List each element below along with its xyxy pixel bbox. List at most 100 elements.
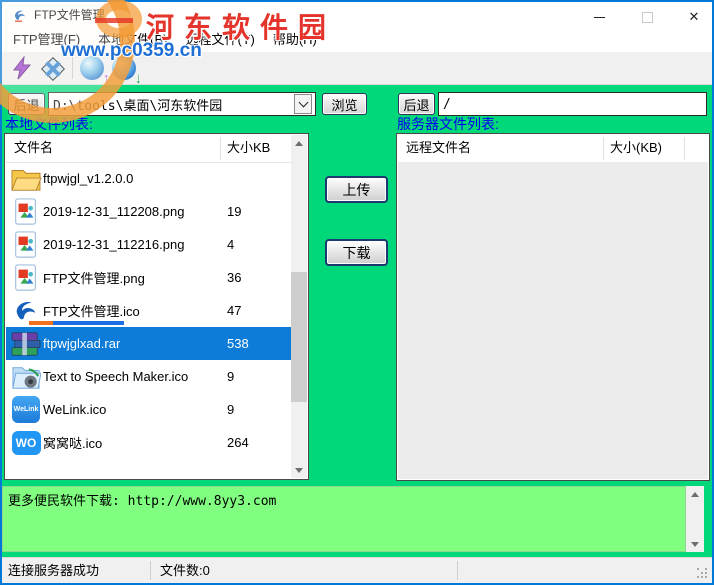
file-row[interactable]: Text to Speech Maker.ico 9 — [6, 360, 291, 393]
file-name: 2019-12-31_112216.png — [43, 237, 185, 252]
remote-path-input[interactable] — [438, 92, 707, 116]
image-icon — [9, 230, 43, 260]
remote-list-header: 远程文件名 大小(KB) — [398, 135, 708, 163]
file-count: 文件数:0 — [160, 563, 210, 578]
file-row[interactable]: WO 窝窝哒.ico 264 — [6, 426, 291, 459]
status-divider — [150, 561, 151, 580]
minimize-icon — [593, 16, 605, 18]
upload-button[interactable]: 上传 — [325, 176, 388, 203]
scrollbar-thumb[interactable] — [291, 272, 307, 402]
file-row[interactable]: 2019-12-31_112208.png 19 — [6, 195, 291, 228]
triangle-down-icon — [295, 467, 303, 473]
menu-help[interactable]: 帮助(H) — [264, 28, 326, 52]
column-size[interactable]: 大小KB — [227, 135, 270, 161]
status-divider — [457, 561, 458, 580]
globe-icon — [112, 56, 136, 80]
image-icon — [9, 263, 43, 293]
rar-icon — [9, 329, 43, 359]
menu-bar: FTP管理(F) 本地文件(B) 远程文件(Y) 帮助(H) — [2, 28, 712, 52]
triangle-up-icon — [295, 140, 303, 146]
column-remote-size[interactable]: 大小(KB) — [610, 135, 662, 161]
title-bar[interactable]: FTP文件管理 ✕ — [2, 2, 712, 28]
column-filename[interactable]: 文件名 — [14, 135, 53, 161]
local-list-scrollbar[interactable] — [291, 135, 307, 478]
toolbar: ↑ ↓ — [2, 52, 712, 87]
file-size: 47 — [227, 303, 242, 318]
welink-icon: WeLink — [9, 395, 43, 425]
file-row[interactable]: 2019-12-31_112216.png 4 — [6, 228, 291, 261]
window-border-left — [0, 0, 2, 585]
file-row[interactable]: WeLink WeLink.ico 9 — [6, 393, 291, 426]
maximize-button[interactable] — [632, 4, 662, 30]
toolbar-separator — [72, 57, 73, 79]
file-row[interactable]: ftpwjglxad.rar 538 — [6, 327, 291, 360]
column-divider — [220, 137, 221, 160]
globe-icon — [80, 56, 104, 80]
info-box-scrollbar[interactable] — [686, 486, 704, 552]
remote-list-label: 服务器文件列表: — [397, 116, 499, 132]
image-icon — [9, 197, 43, 227]
connection-status: 连接服务器成功 — [8, 563, 100, 578]
close-button[interactable]: ✕ — [679, 4, 709, 30]
window-title: FTP文件管理 — [34, 8, 105, 22]
speech-folder-icon — [9, 362, 43, 392]
file-name: ftpwjglxad.rar — [43, 336, 121, 351]
disconnect-icon[interactable] — [40, 56, 66, 82]
file-name: WeLink.ico — [43, 402, 107, 417]
file-size: 36 — [227, 270, 242, 285]
local-path-combobox[interactable] — [48, 92, 316, 116]
file-name: ftpwjgl_v1.2.0.0 — [43, 171, 134, 186]
connect-icon[interactable] — [10, 55, 36, 82]
local-list-label: 本地文件列表: — [5, 116, 93, 132]
folder-icon — [9, 164, 43, 194]
status-bar: 连接服务器成功 文件数:0 — [2, 557, 712, 583]
scroll-down-button[interactable] — [291, 462, 307, 478]
wo-icon: WO — [9, 428, 43, 458]
local-file-list: 文件名 大小KB ftpwjgl_v1.2.0.0 2019-12-31_112… — [4, 133, 309, 480]
file-name: Text to Speech Maker.ico — [43, 369, 189, 384]
download-globe-icon[interactable]: ↓ — [112, 56, 142, 87]
column-divider — [603, 137, 604, 160]
window-border-top — [0, 0, 714, 2]
column-divider — [684, 137, 685, 160]
scroll-up-button[interactable] — [687, 486, 703, 502]
resize-grip[interactable] — [697, 568, 707, 578]
file-name: FTP文件管理.png — [43, 271, 145, 286]
app-icon — [12, 8, 28, 24]
scroll-up-button[interactable] — [291, 135, 307, 151]
upload-globe-icon[interactable]: ↑ — [80, 56, 110, 87]
menu-remote-files[interactable]: 远程文件(Y) — [177, 28, 264, 52]
local-list-header: 文件名 大小KB — [6, 135, 307, 163]
remote-file-list: 远程文件名 大小(KB) — [396, 133, 710, 481]
file-size: 264 — [227, 435, 249, 450]
local-back-button[interactable]: 后退 — [8, 93, 45, 115]
file-size: 9 — [227, 402, 235, 417]
file-row[interactable]: FTP文件管理.png 36 — [6, 261, 291, 294]
file-size: 19 — [227, 204, 242, 219]
app-window: FTP文件管理 ✕ FTP管理(F) 本地文件(B) 远程文件(Y) 帮助(H)… — [0, 0, 714, 585]
menu-ftp[interactable]: FTP管理(F) — [4, 28, 89, 52]
chevron-down-icon — [298, 97, 308, 108]
local-path-dropdown-button[interactable] — [294, 94, 312, 114]
remote-file-list-body — [398, 162, 708, 479]
file-row[interactable]: ftpwjgl_v1.2.0.0 — [6, 162, 291, 195]
file-size: 4 — [227, 237, 235, 252]
scroll-down-button[interactable] — [687, 536, 703, 552]
file-size: 9 — [227, 369, 235, 384]
info-text-box: 更多便民软件下载: http://www.8yy3.com — [2, 486, 686, 552]
info-text: 更多便民软件下载: http://www.8yy3.com — [8, 494, 277, 509]
local-file-list-body: ftpwjgl_v1.2.0.0 2019-12-31_112208.png 1… — [6, 162, 291, 459]
file-name: 窝窝哒.ico — [43, 436, 103, 451]
maximize-icon — [641, 11, 653, 23]
file-size: 538 — [227, 336, 249, 351]
minimize-button[interactable] — [584, 4, 614, 30]
column-remote-filename[interactable]: 远程文件名 — [406, 135, 471, 161]
browse-button[interactable]: 浏览 — [322, 93, 367, 115]
remote-back-button[interactable]: 后退 — [398, 93, 435, 115]
menu-local-files[interactable]: 本地文件(B) — [89, 28, 176, 52]
close-icon: ✕ — [688, 9, 700, 24]
triangle-up-icon — [691, 491, 699, 497]
file-name: FTP文件管理.ico — [43, 304, 140, 319]
triangle-down-icon — [691, 541, 699, 547]
download-button[interactable]: 下载 — [325, 239, 388, 266]
